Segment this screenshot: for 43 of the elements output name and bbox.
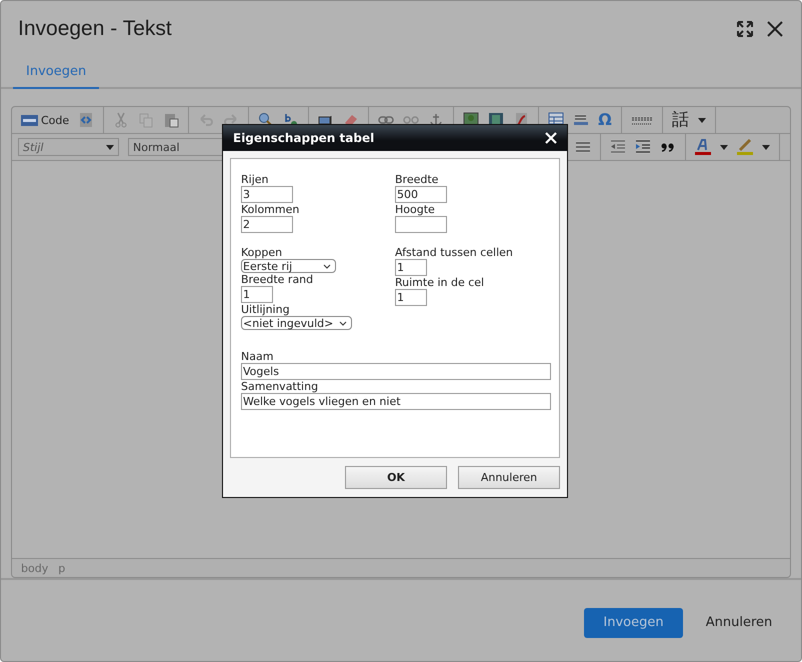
caret-icon (106, 144, 114, 150)
field-label: Uitlijning (241, 303, 290, 316)
caret-icon[interactable] (698, 118, 706, 122)
text-color-icon[interactable] (695, 139, 711, 155)
source-icon[interactable] (78, 112, 94, 128)
insert-button[interactable]: Invoegen (584, 608, 683, 638)
field-label: Hoogte (395, 203, 435, 216)
chevron-icon (323, 264, 331, 268)
input-field[interactable]: 2 (241, 216, 293, 233)
dropdown[interactable]: Eerste rij (241, 259, 336, 273)
expand-icon[interactable] (736, 20, 754, 38)
input-field[interactable]: 1 (395, 289, 427, 306)
input-field[interactable]: 3 (241, 186, 293, 203)
field-label: Ruimte in de cel (395, 276, 484, 289)
field-label: Afstand tussen cellen (395, 246, 513, 259)
field-label: Rijen (241, 173, 268, 186)
dialog-title: Eigenschappen tabel (233, 131, 374, 145)
caret-icon[interactable] (762, 144, 770, 150)
dropdown[interactable]: <niet ingevuld> (241, 316, 352, 330)
input-field[interactable] (395, 216, 447, 233)
cancel-button[interactable]: Annuleren (458, 466, 560, 489)
input-field[interactable]: 1 (241, 286, 273, 303)
field-label: Kolommen (241, 203, 300, 216)
field-label: Koppen (241, 246, 282, 259)
field-label: Naam (241, 350, 274, 363)
chevron-icon (339, 320, 348, 326)
caret-icon[interactable] (720, 144, 728, 150)
indent-icon[interactable] (635, 139, 651, 155)
input-field[interactable]: Welke vogels vliegen en niet (241, 393, 551, 410)
window-title: Invoegen - Tekst (18, 17, 172, 41)
input-field[interactable]: 500 (395, 186, 447, 203)
field-label: Samenvatting (241, 380, 318, 393)
outdent-icon[interactable] (610, 139, 626, 155)
paste-icon[interactable] (163, 112, 180, 128)
language-icon[interactable]: 話 (672, 112, 689, 128)
ok-button[interactable]: OK (345, 466, 447, 489)
field-label: Breedte (395, 173, 438, 186)
close-icon[interactable] (766, 20, 784, 38)
input-field[interactable]: 1 (395, 259, 427, 276)
html-code-button[interactable]: Code (21, 114, 70, 126)
input-field[interactable]: Vogels (241, 363, 551, 380)
cancel-button[interactable]: Annuleren (699, 608, 779, 638)
field-label: Breedte rand (241, 273, 314, 286)
